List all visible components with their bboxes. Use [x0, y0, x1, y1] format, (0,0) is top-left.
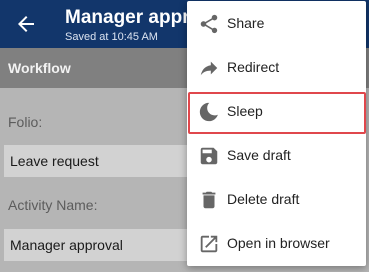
- moon-icon: [198, 101, 220, 123]
- saved-status: Saved at 10:45 AM: [65, 31, 158, 43]
- menu-item-label: Sleep: [227, 103, 263, 119]
- folio-value: Leave request: [10, 153, 99, 169]
- open-external-icon: [198, 233, 220, 255]
- activity-name-value: Manager approval: [10, 237, 123, 253]
- menu-item-label: Save draft: [227, 147, 291, 163]
- save-icon: [198, 145, 220, 167]
- menu-item-save-draft[interactable]: Save draft: [187, 134, 366, 178]
- menu-item-sleep[interactable]: Sleep: [187, 90, 366, 134]
- trash-icon: [198, 189, 220, 211]
- menu-item-label: Delete draft: [227, 191, 300, 207]
- menu-item-label: Redirect: [227, 59, 280, 75]
- activity-name-label: Activity Name:: [8, 197, 98, 213]
- share-icon: [198, 13, 220, 35]
- menu-item-open-in-browser[interactable]: Open in browser: [187, 222, 366, 266]
- menu-item-share[interactable]: Share: [187, 2, 366, 46]
- arrow-back-icon[interactable]: [14, 12, 38, 36]
- menu-item-label: Open in browser: [227, 235, 330, 251]
- folio-label: Folio:: [8, 114, 43, 130]
- menu-item-delete-draft[interactable]: Delete draft: [187, 178, 366, 222]
- section-title: Workflow: [8, 60, 71, 76]
- overflow-menu: Share Redirect Sleep Save draft Delete d…: [187, 1, 366, 266]
- menu-item-redirect[interactable]: Redirect: [187, 46, 366, 90]
- redirect-arrow-icon: [198, 57, 220, 79]
- menu-item-label: Share: [227, 15, 265, 31]
